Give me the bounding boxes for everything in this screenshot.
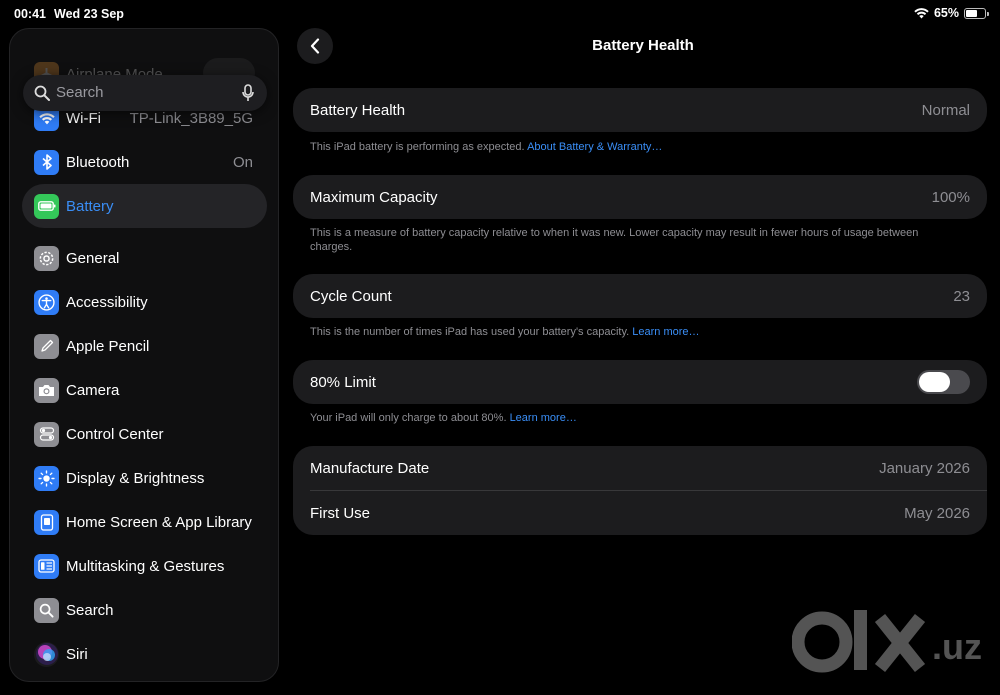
wifi-network-value: TP-Link_3B89_5G — [129, 109, 253, 127]
battery-icon — [34, 193, 59, 219]
bluetooth-status-value: On — [232, 153, 253, 171]
camera-icon — [34, 377, 59, 403]
page-title: Battery Health — [592, 37, 694, 54]
multitasking-icon — [34, 553, 59, 579]
battery-health-card: Battery Health Normal — [293, 88, 987, 132]
sidebar-item-label: Control Center — [66, 425, 164, 443]
battery-health-footer-text: This iPad battery is performing as expec… — [310, 141, 528, 153]
control-center-icon — [34, 421, 59, 447]
battery-dates-card: Manufacture Date January 2026 First Use … — [293, 446, 987, 535]
home-screen-icon — [34, 509, 59, 535]
sidebar-item-label: Apple Pencil — [66, 337, 150, 355]
sidebar-item-apple-pencil[interactable]: Apple Pencil — [22, 324, 267, 368]
first-use-label: First Use — [310, 504, 370, 522]
sidebar-item-label: Home Screen & App Library — [66, 513, 252, 531]
first-use-value: May 2026 — [904, 504, 970, 522]
status-time: 00:41 — [14, 7, 46, 21]
sidebar-item-label: Multitasking & Gestures — [66, 557, 225, 575]
cycle-count-label: Cycle Count — [310, 287, 392, 305]
battery-percent: 65% — [933, 6, 959, 20]
cycle-count-card: Cycle Count 23 — [293, 274, 987, 318]
bluetooth-icon — [34, 149, 59, 175]
search-icon — [34, 85, 50, 101]
sidebar-item-label: Camera — [66, 381, 120, 399]
sidebar-item-label: General — [66, 249, 120, 267]
maximum-capacity-footer: This is a measure of battery capacity re… — [310, 227, 919, 253]
battery-health-label: Battery Health — [310, 101, 406, 119]
status-bar: 00:41 Wed 23 Sep 65% — [0, 0, 1000, 28]
accessibility-icon — [34, 289, 59, 315]
sidebar-item-display-brightness[interactable]: Display & Brightness — [22, 456, 267, 500]
sidebar-item-label: Bluetooth — [66, 153, 130, 171]
manufacture-date-row: Manufacture Date January 2026 — [293, 446, 987, 490]
olx-logo — [791, 610, 926, 673]
battery-health-page: Battery Health Battery Health Normal Thi… — [293, 28, 987, 695]
charge-limit-row: 80% Limit — [293, 360, 987, 404]
cycle-count-footer-text: This is the number of times iPad has use… — [310, 326, 633, 338]
sidebar-item-label: Accessibility — [66, 293, 148, 311]
sidebar-item-multitasking[interactable]: Multitasking & Gestures — [22, 544, 267, 588]
sidebar-item-label: Siri — [66, 645, 88, 663]
cycle-count-learn-more-link[interactable]: Learn more… — [632, 326, 699, 338]
maximum-capacity-row: Maximum Capacity 100% — [293, 175, 987, 219]
charge-limit-card: 80% Limit — [293, 360, 987, 404]
sidebar-item-label: Wi-Fi — [66, 109, 101, 127]
wifi-status-icon — [914, 8, 929, 19]
battery-status-fill — [966, 9, 977, 17]
about-battery-warranty-link[interactable]: About Battery & Warranty… — [527, 141, 662, 153]
sidebar-item-general[interactable]: General — [22, 236, 267, 280]
sidebar-item-siri[interactable]: Siri — [22, 632, 267, 676]
sidebar-item-battery[interactable]: Battery — [22, 184, 267, 228]
sidebar-item-accessibility[interactable]: Accessibility — [22, 280, 267, 324]
manufacture-date-label: Manufacture Date — [310, 459, 430, 477]
maximum-capacity-label: Maximum Capacity — [310, 188, 438, 206]
olx-watermark: .uz — [791, 606, 992, 686]
battery-health-footer: This iPad battery is performing as expec… — [310, 140, 930, 154]
sidebar-item-bluetooth[interactable]: Bluetooth On — [22, 140, 267, 184]
manufacture-date-value: January 2026 — [879, 459, 970, 477]
search-icon — [34, 597, 59, 623]
sidebar-item-home-screen[interactable]: Home Screen & App Library — [22, 500, 267, 544]
siri-icon — [34, 641, 59, 667]
maximum-capacity-card: Maximum Capacity 100% — [293, 175, 987, 219]
battery-health-row: Battery Health Normal — [293, 88, 987, 132]
charge-limit-label: 80% Limit — [310, 373, 376, 391]
charge-limit-toggle[interactable] — [917, 370, 970, 394]
first-use-row: First Use May 2026 — [293, 491, 987, 535]
sidebar-item-label: Battery — [66, 197, 114, 215]
watermark-domain: .uz — [932, 626, 982, 667]
settings-sidebar: Airplane Mode Search Wi-Fi TP-Link_3B89_… — [9, 28, 279, 682]
charge-limit-learn-more-link[interactable]: Learn more… — [510, 412, 577, 424]
sun-icon — [34, 465, 59, 491]
sidebar-item-control-center[interactable]: Control Center — [22, 412, 267, 456]
status-date: Wed 23 Sep — [54, 7, 124, 21]
status-indicators: 65% — [914, 6, 989, 20]
cycle-count-footer: This is the number of times iPad has use… — [310, 325, 930, 339]
battery-health-value: Normal — [921, 101, 970, 119]
battery-status-icon — [964, 7, 989, 19]
cycle-count-row: Cycle Count 23 — [293, 274, 987, 318]
toggle-knob — [919, 372, 950, 392]
search-input[interactable]: Search — [56, 84, 104, 101]
search-field[interactable]: Search — [23, 75, 267, 111]
sidebar-item-search[interactable]: Search — [22, 588, 267, 632]
pencil-icon — [34, 333, 59, 359]
charge-limit-footer-text: Your iPad will only charge to about 80%. — [310, 412, 510, 424]
gear-icon — [34, 245, 59, 271]
cycle-count-value: 23 — [953, 287, 970, 305]
microphone-icon[interactable] — [242, 84, 254, 102]
maximum-capacity-value: 100% — [931, 188, 970, 206]
charge-limit-footer: Your iPad will only charge to about 80%.… — [310, 411, 930, 425]
sidebar-item-camera[interactable]: Camera — [22, 368, 267, 412]
sidebar-item-label: Display & Brightness — [66, 469, 205, 487]
sidebar-item-label: Search — [66, 601, 114, 619]
